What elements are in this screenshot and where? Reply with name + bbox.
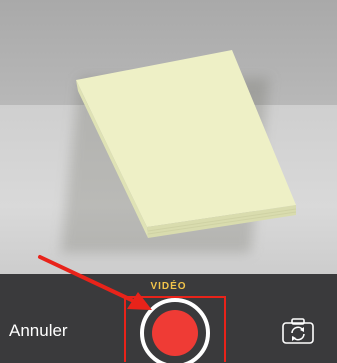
sticky-note-pad — [76, 50, 297, 238]
record-icon — [152, 310, 198, 356]
camera-flip-icon[interactable] — [281, 317, 315, 345]
cancel-button[interactable]: Annuler — [9, 321, 68, 341]
video-mode-label[interactable]: VIDÉO — [0, 281, 337, 292]
camera-viewfinder — [0, 0, 337, 274]
camera-screen: VIDÉO Annuler — [0, 0, 337, 363]
camera-control-bar: VIDÉO Annuler — [0, 274, 337, 363]
record-button[interactable] — [140, 298, 210, 363]
